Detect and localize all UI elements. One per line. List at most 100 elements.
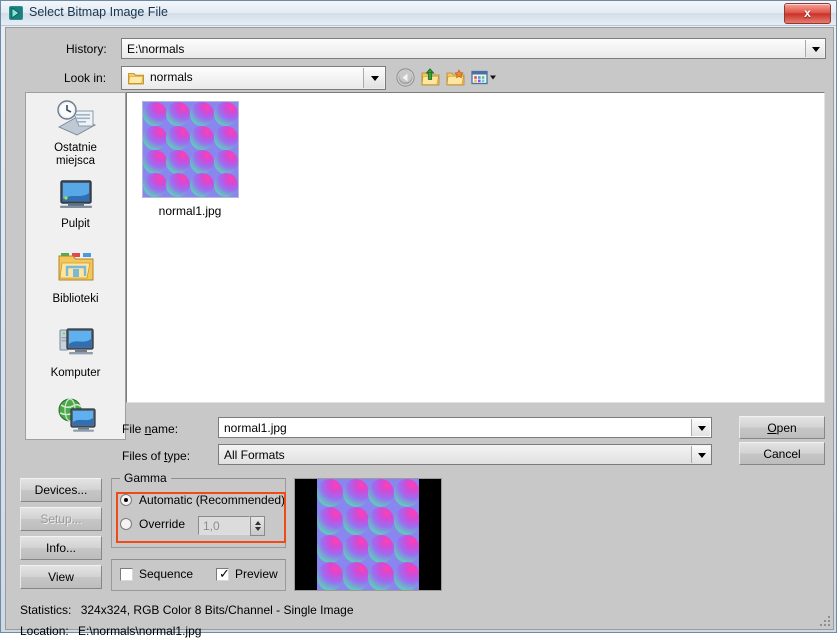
normal-map-sphere <box>393 479 419 508</box>
gamma-group: Gamma Automatic (Recommended) Override 1… <box>111 471 286 548</box>
close-button[interactable]: x <box>784 3 831 24</box>
location-line: Location: E:\normals\normal1.jpg <box>20 624 201 638</box>
normal-map-sphere <box>142 149 167 174</box>
network-icon <box>26 395 125 438</box>
computer-icon <box>26 324 125 365</box>
normal-map-sphere <box>317 534 343 563</box>
setup-button: Setup... <box>20 507 102 531</box>
desktop-icon <box>26 177 125 216</box>
statistics-value: 324x324, RGB Color 8 Bits/Channel - Sing… <box>80 603 354 617</box>
views-icon[interactable] <box>471 68 497 90</box>
sidebar-item-libraries[interactable]: Biblioteki <box>26 250 125 306</box>
sidebar-item-label: Pulpit <box>61 218 90 230</box>
normal-map-sphere <box>190 125 215 150</box>
normal-map-sphere <box>166 173 191 197</box>
normal-map-sphere <box>393 534 419 563</box>
radio-dot-icon <box>124 498 128 502</box>
filetype-label: Files of type: <box>122 449 191 463</box>
lookin-combobox[interactable]: normals <box>121 66 386 90</box>
sidebar-item-network[interactable] <box>26 395 125 438</box>
normal-map-sphere <box>213 173 238 197</box>
normal-map-sphere <box>342 534 369 563</box>
normal-map-sphere <box>142 125 167 150</box>
normal-map-sphere <box>166 149 191 174</box>
open-button[interactable]: Open <box>739 416 825 439</box>
places-sidebar[interactable]: Ostatnie miejsca Pulpit Biblioteki Kompu… <box>25 92 126 440</box>
normal-map-sphere <box>166 102 191 127</box>
spinner-up-icon[interactable] <box>255 521 261 525</box>
sidebar-item-recent-places[interactable]: Ostatnie miejsca <box>26 99 125 168</box>
normal-map-sphere <box>190 149 215 174</box>
preview-image <box>317 479 419 590</box>
checkbox-icon <box>120 568 133 581</box>
devices-button-label: Devices... <box>34 483 88 497</box>
open-button-label: Open <box>767 420 797 435</box>
gamma-group-title: Gamma <box>120 471 171 485</box>
folder-icon <box>128 71 144 88</box>
dialog-window: Select Bitmap Image File x History: E:\n… <box>0 0 837 638</box>
sequence-label: Sequence <box>139 567 194 581</box>
info-button-label: Info... <box>45 541 77 555</box>
chevron-down-icon <box>698 453 706 458</box>
sidebar-item-label: Komputer <box>50 367 101 379</box>
file-list-view[interactable]: normal1.jpg <box>126 92 825 403</box>
resize-grip[interactable] <box>818 614 830 626</box>
spinner-buttons[interactable] <box>250 516 265 536</box>
checkbox-icon: ✓ <box>216 566 230 581</box>
list-item[interactable]: normal1.jpg <box>135 101 245 218</box>
gamma-override-spinner[interactable]: 1,0 <box>198 516 265 536</box>
normal-map-sphere <box>190 102 215 127</box>
normal-map-sphere <box>213 102 238 127</box>
cancel-button[interactable]: Cancel <box>739 442 825 465</box>
sidebar-item-computer[interactable]: Komputer <box>26 324 125 380</box>
history-label: History: <box>66 42 107 56</box>
normal-map-sphere <box>213 149 238 174</box>
chevron-down-icon <box>698 426 706 431</box>
lookin-value: normals <box>150 70 193 84</box>
back-icon[interactable] <box>396 68 415 90</box>
filename-combobox[interactable]: normal1.jpg <box>218 417 712 438</box>
sidebar-item-desktop[interactable]: Pulpit <box>26 177 125 231</box>
normal-map-sphere <box>166 125 191 150</box>
new-folder-icon[interactable] <box>446 68 465 90</box>
app-arrow-icon <box>8 5 24 21</box>
normal-map-sphere <box>368 506 394 536</box>
normal-map-sphere <box>142 173 167 197</box>
close-icon: x <box>804 6 811 20</box>
check-icon: ✓ <box>219 566 230 581</box>
gamma-override-value: 1,0 <box>203 519 220 533</box>
filename-label: File name: <box>122 422 179 436</box>
statistics-line: Statistics: 324x324, RGB Color 8 Bits/Ch… <box>20 603 354 617</box>
history-value: E:\normals <box>127 42 185 56</box>
devices-button[interactable]: Devices... <box>20 478 102 502</box>
normal-map-sphere <box>190 173 215 197</box>
chevron-down-icon <box>371 76 379 81</box>
file-name-label: normal1.jpg <box>158 204 222 218</box>
normal-map-sphere <box>317 562 343 590</box>
view-button[interactable]: View <box>20 565 102 589</box>
up-folder-icon[interactable] <box>421 68 440 90</box>
chevron-down-icon <box>812 47 820 52</box>
libraries-icon <box>26 250 125 291</box>
normal-map-sphere <box>393 562 419 590</box>
normal-map-sphere <box>368 562 394 590</box>
sidebar-item-label2: miejsca <box>56 155 95 167</box>
radio-icon <box>120 518 132 530</box>
gamma-override-label: Override <box>139 517 186 531</box>
normal-map-sphere <box>342 506 369 536</box>
info-button[interactable]: Info... <box>20 536 102 560</box>
image-thumbnail <box>141 101 239 198</box>
filetype-combobox[interactable]: All Formats <box>218 444 712 465</box>
spinner-down-icon[interactable] <box>255 527 261 531</box>
title-bar: Select Bitmap Image File x <box>1 1 836 26</box>
normal-map-sphere <box>342 562 369 590</box>
recent-places-icon <box>26 99 125 142</box>
normal-map-sphere <box>317 479 343 508</box>
history-combobox[interactable]: E:\normals <box>121 38 826 59</box>
normal-map-sphere <box>368 479 394 508</box>
view-button-label: View <box>48 570 74 584</box>
location-label: Location: <box>20 624 69 638</box>
window-title: Select Bitmap Image File <box>29 5 168 19</box>
sidebar-item-label: Biblioteki <box>52 293 99 305</box>
setup-button-label: Setup... <box>40 512 82 526</box>
